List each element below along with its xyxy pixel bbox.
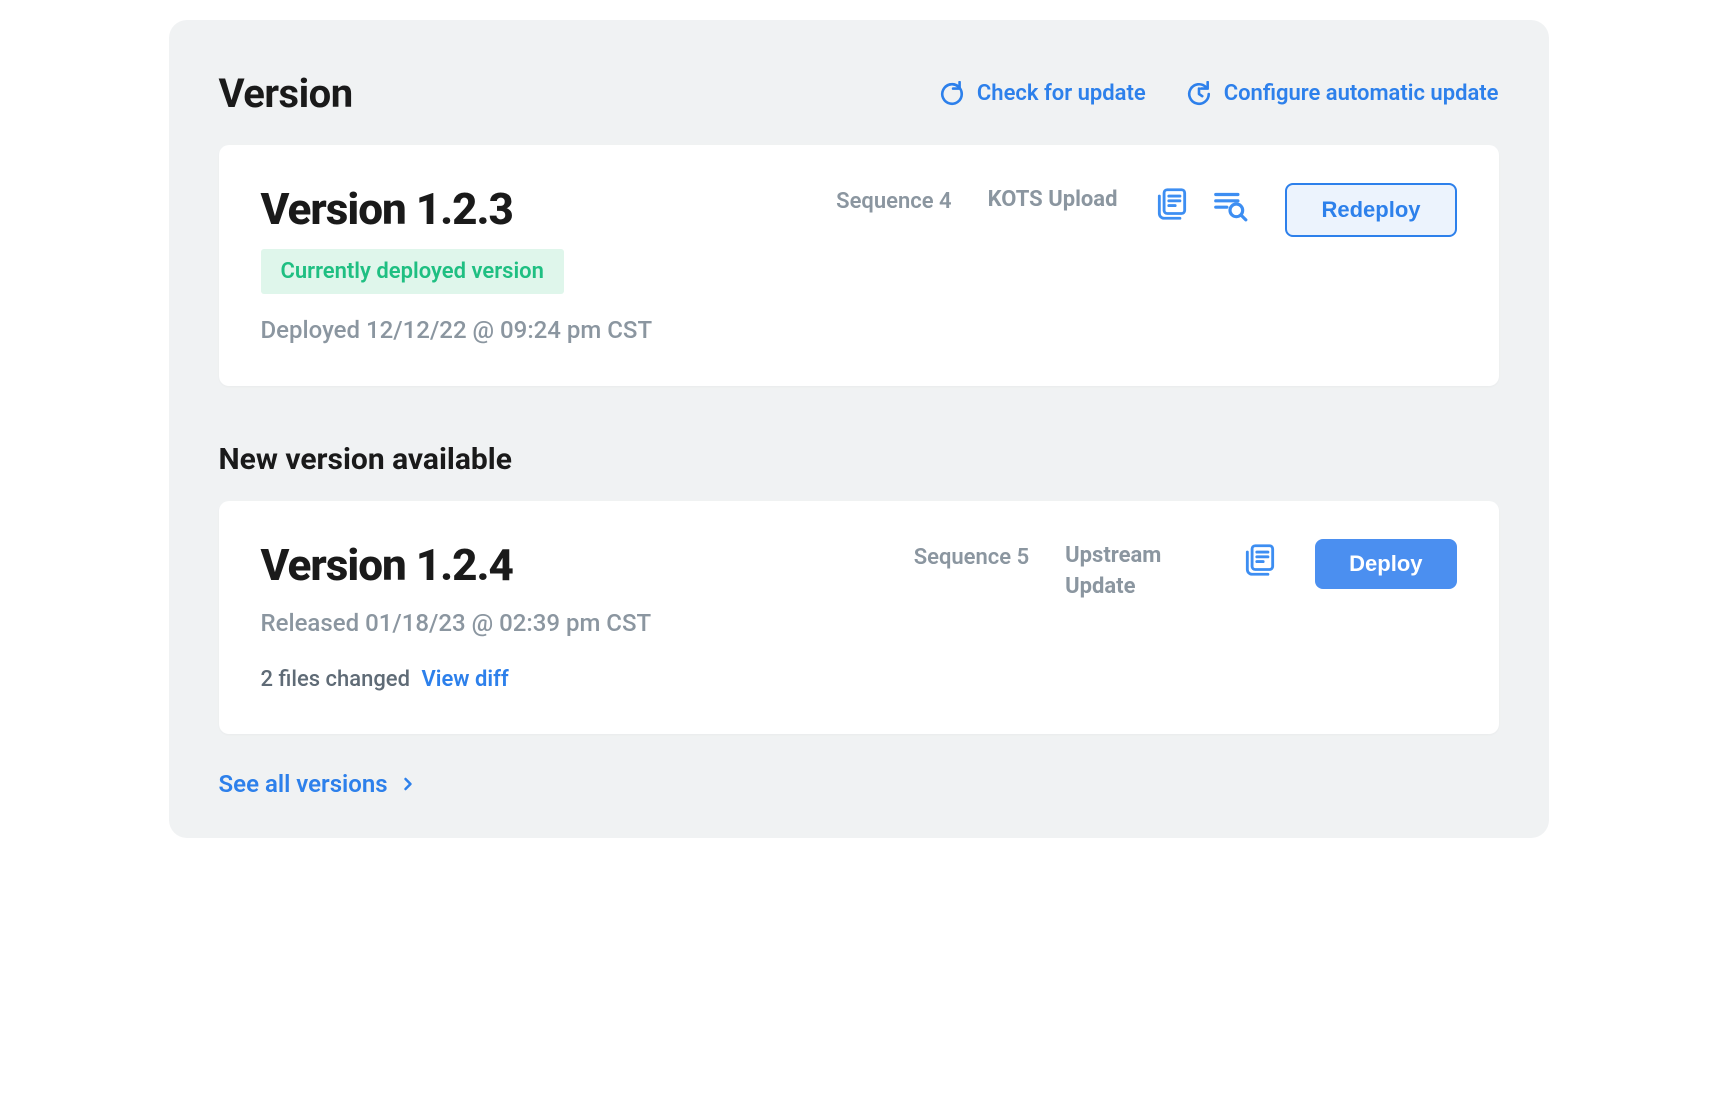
current-version-title: Version 1.2.3	[261, 183, 813, 235]
check-update-link[interactable]: Check for update	[939, 81, 1146, 107]
see-all-versions-link[interactable]: See all versions	[219, 770, 418, 798]
deployed-timestamp: Deployed 12/12/22 @ 09:24 pm CST	[261, 316, 813, 344]
redeploy-button[interactable]: Redeploy	[1285, 183, 1456, 237]
view-logs-icon[interactable]	[1211, 185, 1249, 223]
release-notes-icon[interactable]	[1153, 185, 1191, 223]
released-timestamp: Released 01/18/23 @ 02:39 pm CST	[261, 609, 890, 637]
view-diff-link[interactable]: View diff	[421, 667, 508, 692]
see-all-versions-label: See all versions	[219, 770, 388, 798]
files-changed-label: 2 files changed	[261, 667, 410, 692]
diff-summary: 2 files changed View diff	[261, 667, 890, 692]
new-version-heading: New version available	[219, 442, 1499, 477]
current-action-icons	[1153, 183, 1249, 223]
new-version-title: Version 1.2.4	[261, 539, 890, 591]
current-sequence-label: Sequence 4	[836, 183, 951, 214]
current-source-label: KOTS Upload	[988, 183, 1118, 216]
version-panel: Version Check for update	[169, 20, 1549, 838]
new-action-icons	[1241, 539, 1279, 579]
clock-refresh-icon	[1186, 81, 1212, 107]
panel-header: Version Check for update	[219, 70, 1499, 117]
header-actions: Check for update Configure automatic upd…	[939, 81, 1499, 107]
release-notes-icon[interactable]	[1241, 541, 1279, 579]
check-update-label: Check for update	[977, 81, 1146, 106]
new-version-card: Version 1.2.4 Released 01/18/23 @ 02:39 …	[219, 501, 1499, 734]
panel-title: Version	[219, 70, 353, 117]
deployed-badge: Currently deployed version	[261, 249, 564, 294]
refresh-icon	[939, 81, 965, 107]
new-sequence-label: Sequence 5	[914, 539, 1029, 570]
current-version-card: Version 1.2.3 Currently deployed version…	[219, 145, 1499, 386]
configure-auto-update-label: Configure automatic update	[1224, 81, 1499, 106]
deploy-button[interactable]: Deploy	[1315, 539, 1456, 589]
new-source-label: Upstream Update	[1065, 539, 1205, 603]
chevron-right-icon	[398, 774, 418, 794]
configure-auto-update-link[interactable]: Configure automatic update	[1186, 81, 1499, 107]
